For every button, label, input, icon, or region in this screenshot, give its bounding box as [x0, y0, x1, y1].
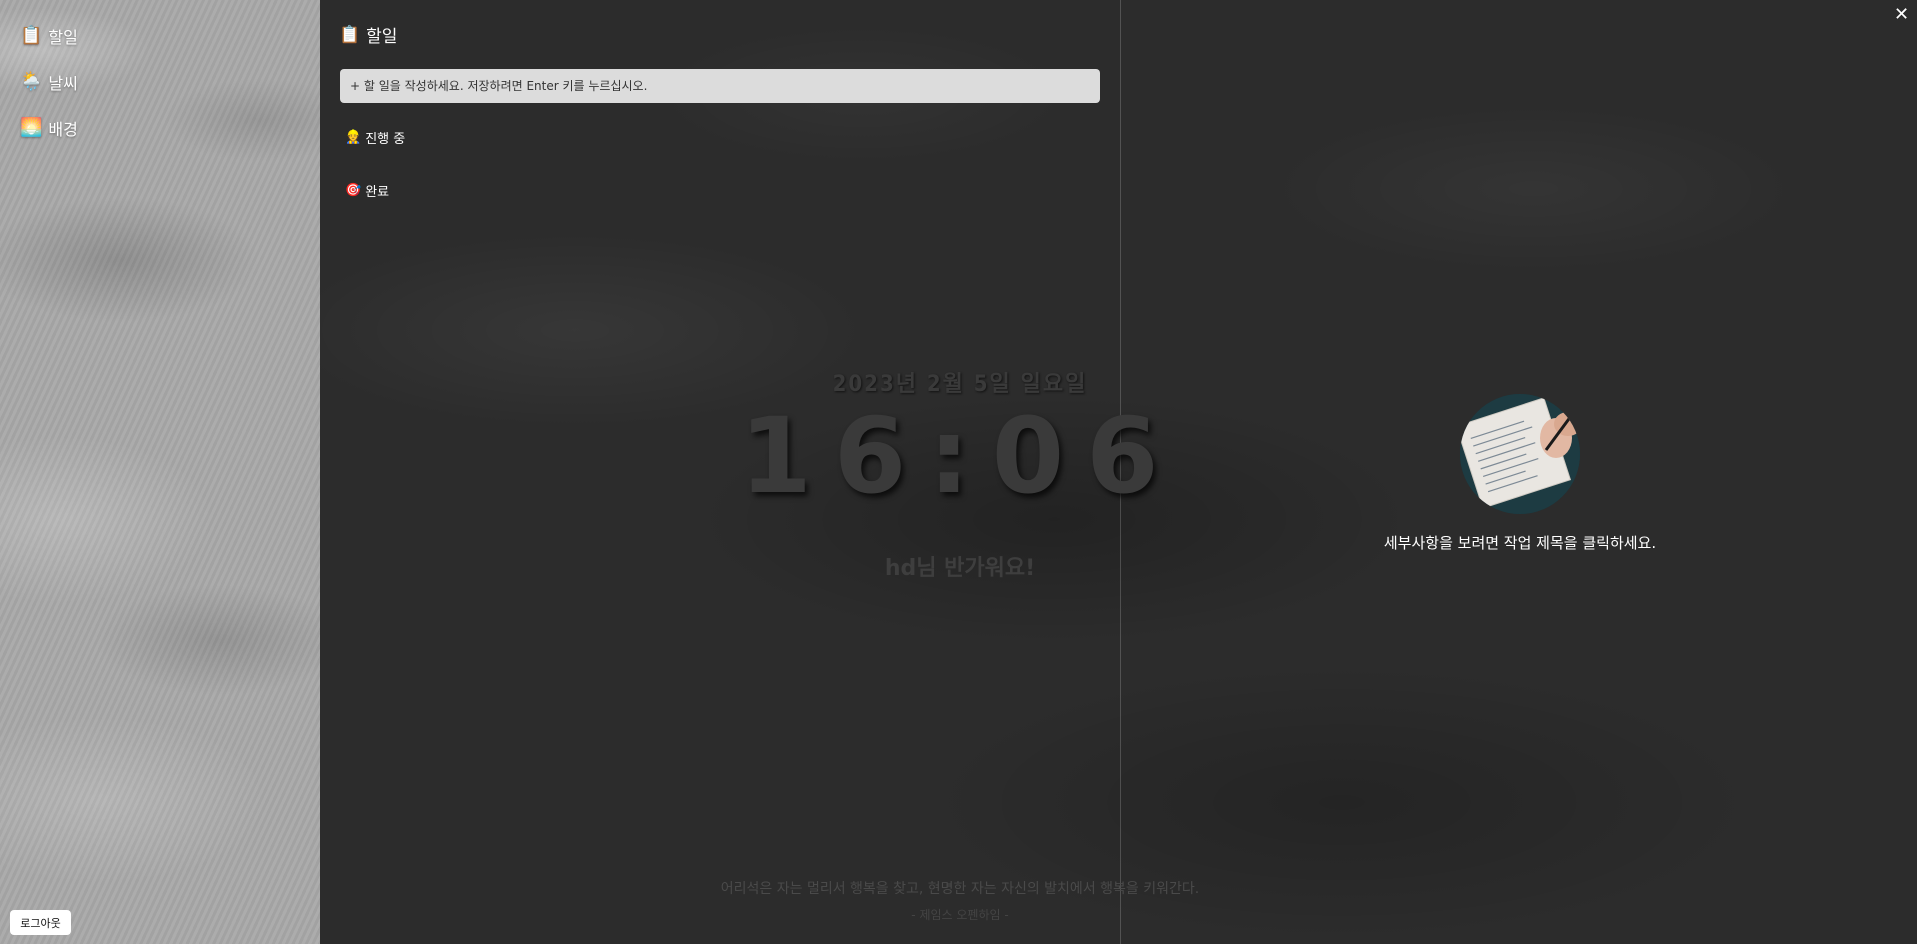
section-in-progress[interactable]: 👷 진행 중	[345, 128, 405, 147]
worker-icon: 👷	[345, 130, 362, 145]
todo-title-label: 할일	[366, 27, 398, 47]
sidebar-item-weather[interactable]: 🌦️ 날씨	[20, 70, 78, 94]
target-icon: 🎯	[345, 183, 362, 198]
section-label: 진행 중	[365, 132, 406, 147]
sidebar-item-label: 배경	[48, 120, 78, 139]
notebook-writing-image	[1460, 394, 1580, 514]
todo-panel-title: 📋 할일	[339, 22, 398, 48]
weather-icon: 🌦️	[20, 71, 43, 92]
sidebar-item-label: 날씨	[48, 74, 78, 93]
sidebar: 📋 할일 🌦️ 날씨 🌅 배경 로그아웃	[0, 0, 320, 944]
sidebar-item-background[interactable]: 🌅 배경	[20, 116, 78, 140]
quote-author: - 제임스 오펜하임 -	[911, 908, 1009, 922]
clipboard-icon: 📋	[20, 25, 43, 46]
section-done[interactable]: 🎯 완료	[345, 181, 389, 200]
clipboard-icon: 📋	[339, 24, 361, 45]
landscape-icon: 🌅	[20, 117, 43, 138]
section-label: 완료	[365, 185, 390, 200]
detail-hint-text: 세부사항을 보려면 작업 제목을 클릭하세요.	[1383, 534, 1657, 552]
todo-input[interactable]	[340, 69, 1100, 103]
greeting-text: hd님 반가워요!	[884, 556, 1036, 581]
close-icon[interactable]: ✕	[1894, 6, 1909, 24]
logout-button[interactable]: 로그아웃	[10, 910, 71, 935]
clock-time: 16:06	[739, 395, 1181, 517]
sidebar-item-label: 할일	[48, 28, 78, 47]
clock-date: 2023년 2월 5일 일요일	[832, 372, 1088, 397]
quote-text: 어리석은 자는 멀리서 행복을 찾고, 현명한 자는 자신의 발치에서 행복을 …	[720, 881, 1200, 897]
sidebar-item-todo[interactable]: 📋 할일	[20, 24, 78, 48]
